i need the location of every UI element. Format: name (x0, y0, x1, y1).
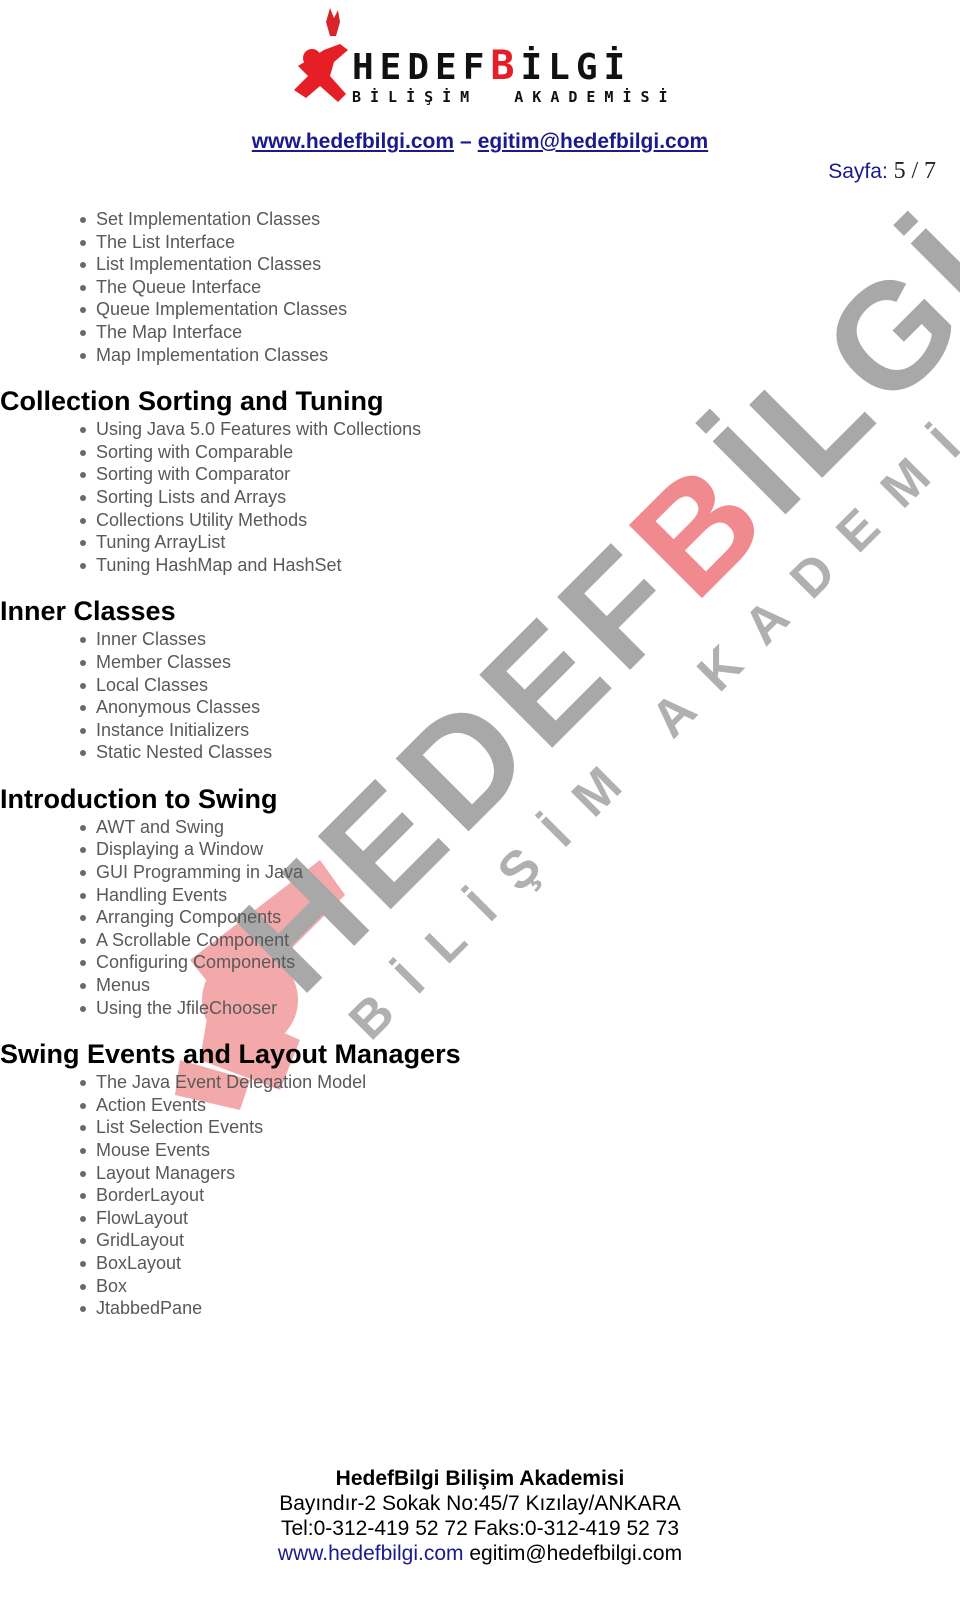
list-item: A Scrollable Component (80, 929, 960, 952)
list-item: Set Implementation Classes (80, 208, 960, 231)
section-collection-sorting: Collection Sorting and Tuning Using Java… (0, 384, 960, 576)
list-item: Handling Events (80, 884, 960, 907)
section-title: Swing Events and Layout Managers (0, 1039, 461, 1070)
list-item: Configuring Components (80, 951, 960, 974)
list-item: Sorting Lists and Arrays (80, 486, 960, 509)
page-label: Sayfa: (828, 160, 888, 183)
logo-subtitle: BİLİŞİM AKADEMİSİ (352, 88, 677, 106)
list-item: Arranging Components (80, 906, 960, 929)
running-figure-logo-icon (294, 8, 348, 102)
list-item: The Queue Interface (80, 276, 960, 299)
list-item: BorderLayout (80, 1184, 960, 1207)
list-item: Collections Utility Methods (80, 509, 960, 532)
page-indicator: Sayfa: 5 / 7 (828, 158, 936, 185)
list-item: Map Implementation Classes (80, 344, 960, 367)
section-collections-continued: Set Implementation Classes The List Inte… (0, 208, 960, 366)
section-title: Inner Classes (0, 596, 176, 627)
list-item: Inner Classes (80, 628, 960, 651)
page-separator: / (911, 158, 919, 184)
list-item: Tuning HashMap and HashSet (80, 554, 960, 577)
page-current: 5 (893, 158, 906, 184)
website-link[interactable]: www.hedefbilgi.com (252, 130, 454, 153)
list-item: JtabbedPane (80, 1297, 960, 1320)
list-item: AWT and Swing (80, 816, 960, 839)
list-item: Layout Managers (80, 1162, 960, 1185)
separator: – (460, 130, 472, 153)
list-item: List Selection Events (80, 1116, 960, 1139)
list-item: Box (80, 1275, 960, 1298)
section-title: Introduction to Swing (0, 783, 278, 814)
list-item: Using Java 5.0 Features with Collections (80, 418, 960, 441)
section-title: Collection Sorting and Tuning (0, 386, 384, 417)
list-item: Tuning ArrayList (80, 531, 960, 554)
email-link[interactable]: egitim@hedefbilgi.com (478, 130, 709, 153)
footer-email-link[interactable]: egitim@hedefbilgi.com (469, 1542, 682, 1565)
list-item: Sorting with Comparable (80, 441, 960, 464)
list-item: Displaying a Window (80, 838, 960, 861)
bullet-list: Using Java 5.0 Features with Collections… (0, 418, 960, 576)
list-item: List Implementation Classes (80, 253, 960, 276)
list-item: BoxLayout (80, 1252, 960, 1275)
list-item: The Java Event Delegation Model (80, 1071, 960, 1094)
section-swing-events-layout: Swing Events and Layout Managers The Jav… (0, 1037, 960, 1320)
list-item: Local Classes (80, 674, 960, 697)
document-content: Set Implementation Classes The List Inte… (0, 208, 960, 1320)
header-contact-links: www.hedefbilgi.com – egitim@hedefbilgi.com (0, 130, 960, 154)
footer-phone: Tel:0-312-419 52 72 Faks:0-312-419 52 73 (280, 1517, 680, 1540)
list-item: Static Nested Classes (80, 741, 960, 764)
list-item: Queue Implementation Classes (80, 298, 960, 321)
list-item: The Map Interface (80, 321, 960, 344)
section-introduction-to-swing: Introduction to Swing AWT and Swing Disp… (0, 782, 960, 1019)
list-item: Menus (80, 974, 960, 997)
list-item: Anonymous Classes (80, 696, 960, 719)
list-item: Instance Initializers (80, 719, 960, 742)
list-item: Using the JfileChooser (80, 997, 960, 1020)
bullet-list: Set Implementation Classes The List Inte… (0, 208, 960, 366)
bullet-list: Inner Classes Member Classes Local Class… (0, 628, 960, 764)
footer-contact: www.hedefbilgi.com egitim@hedefbilgi.com (0, 1541, 960, 1566)
list-item: Action Events (80, 1094, 960, 1117)
footer-website-link[interactable]: www.hedefbilgi.com (278, 1542, 464, 1565)
list-item: FlowLayout (80, 1207, 960, 1230)
list-item: Sorting with Comparator (80, 463, 960, 486)
list-item: Member Classes (80, 651, 960, 674)
footer-address: Bayındır-2 Sokak No:45/7 Kızılay/ANKARA (279, 1492, 681, 1515)
list-item: GUI Programming in Java (80, 861, 960, 884)
bullet-list: AWT and Swing Displaying a Window GUI Pr… (0, 816, 960, 1019)
section-inner-classes: Inner Classes Inner Classes Member Class… (0, 594, 960, 764)
footer: HedefBilgi Bilişim Akademisi Bayındır-2 … (0, 1466, 960, 1566)
bullet-list: The Java Event Delegation Model Action E… (0, 1071, 960, 1320)
list-item: The List Interface (80, 231, 960, 254)
logo-title: HEDEFBİLGİ (352, 43, 632, 89)
list-item: Mouse Events (80, 1139, 960, 1162)
footer-company: HedefBilgi Bilişim Akademisi (335, 1467, 625, 1490)
list-item: GridLayout (80, 1229, 960, 1252)
page-total: 7 (924, 158, 936, 184)
brand-logo: HEDEFBİLGİ BİLİŞİM AKADEMİSİ (290, 6, 668, 106)
